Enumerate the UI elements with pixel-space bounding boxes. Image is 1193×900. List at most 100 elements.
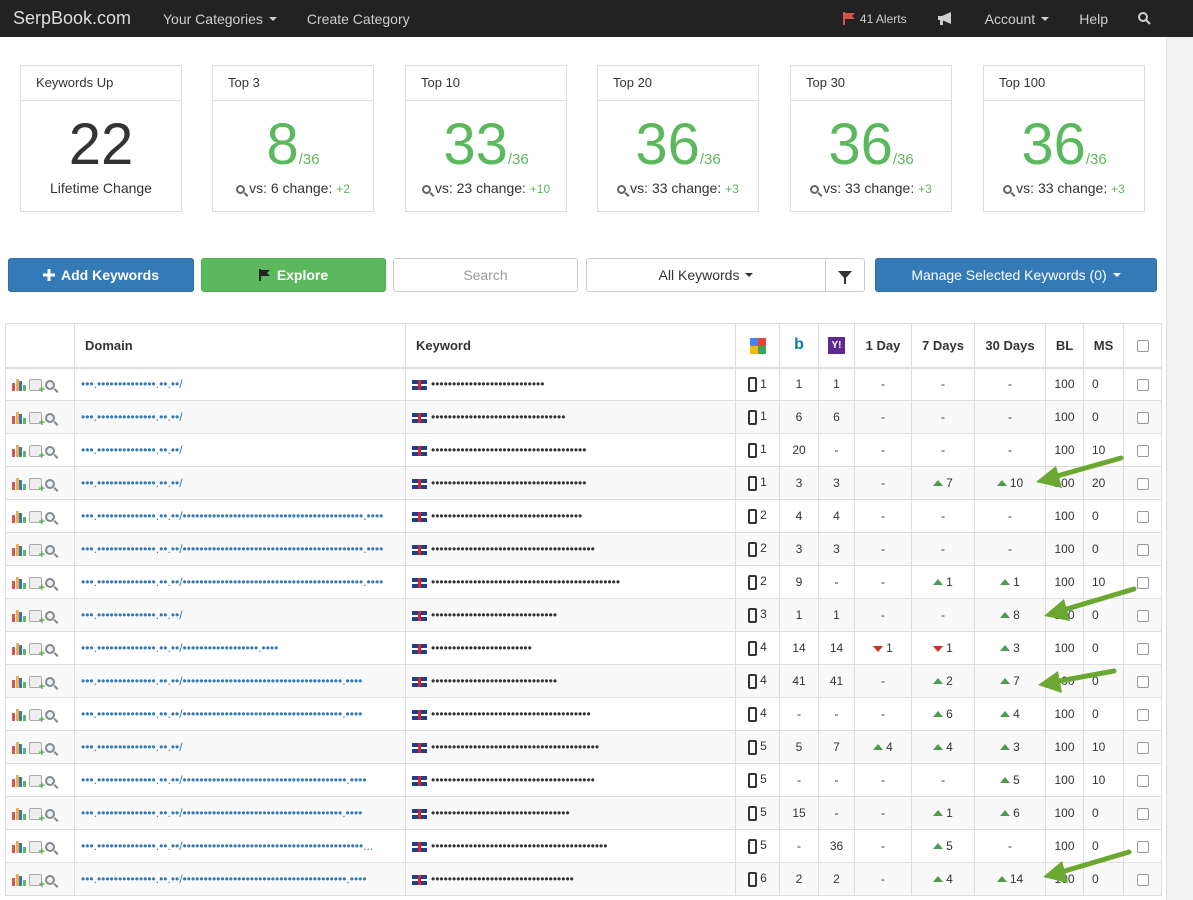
chart-icon[interactable] [12, 411, 26, 424]
chart-icon[interactable] [12, 774, 26, 787]
seven-days-header[interactable]: 7 Days [911, 323, 975, 369]
add-tag-icon[interactable] [29, 477, 45, 495]
chart-icon[interactable] [12, 807, 26, 820]
ms-header[interactable]: MS [1083, 323, 1124, 369]
chart-icon[interactable] [12, 510, 26, 523]
bing-header[interactable]: b [779, 323, 819, 369]
magnifier-icon[interactable] [45, 577, 55, 588]
bl-header[interactable]: BL [1045, 323, 1084, 369]
nav-account[interactable]: Account [970, 0, 1065, 37]
chart-icon[interactable] [12, 873, 26, 886]
chart-icon[interactable] [12, 741, 26, 754]
row-checkbox[interactable] [1136, 741, 1149, 754]
add-tag-icon[interactable] [29, 741, 45, 759]
chart-icon[interactable] [12, 543, 26, 556]
domain-cell[interactable]: •••.••••••••••••••.••.••/ [74, 433, 406, 467]
domain-cell[interactable]: •••.••••••••••••••.••.••/ [74, 730, 406, 764]
row-checkbox[interactable] [1136, 774, 1149, 787]
select-all-checkbox[interactable] [1136, 340, 1149, 353]
chart-icon[interactable] [12, 576, 26, 589]
filter-button[interactable] [825, 258, 865, 292]
magnifier-icon[interactable] [45, 380, 55, 391]
search-input[interactable] [393, 258, 578, 292]
row-checkbox[interactable] [1136, 379, 1149, 392]
add-tag-icon[interactable] [29, 840, 45, 858]
row-checkbox[interactable] [1136, 675, 1149, 688]
page-scrollbar[interactable] [1166, 37, 1193, 900]
google-header[interactable] [735, 323, 780, 369]
one-day-header[interactable]: 1 Day [854, 323, 912, 369]
manage-selected-button[interactable]: Manage Selected Keywords (0) [875, 258, 1157, 292]
add-tag-icon[interactable] [29, 609, 45, 627]
add-tag-icon[interactable] [29, 807, 45, 825]
add-tag-icon[interactable] [29, 379, 45, 396]
nav-create-category[interactable]: Create Category [292, 0, 425, 37]
add-tag-icon[interactable] [29, 774, 45, 792]
row-checkbox[interactable] [1136, 411, 1149, 424]
explore-button[interactable]: Explore [201, 258, 386, 292]
domain-header[interactable]: Domain [74, 323, 406, 369]
chart-icon[interactable] [12, 675, 26, 688]
add-tag-icon[interactable] [29, 411, 45, 429]
domain-cell[interactable]: •••.••••••••••••••.••.••/•••••••••••••••… [74, 862, 406, 896]
nav-alerts[interactable]: 41 Alerts [827, 0, 922, 37]
add-keywords-button[interactable]: Add Keywords [8, 258, 194, 292]
domain-cell[interactable]: •••.••••••••••••••.••.••/•••••••••••••••… [74, 532, 406, 566]
chart-icon[interactable] [12, 642, 26, 655]
magnifier-icon[interactable] [45, 412, 55, 423]
row-checkbox[interactable] [1136, 840, 1149, 853]
domain-cell[interactable]: •••.••••••••••••••.••.••/•••••••••••••••… [74, 763, 406, 797]
nav-help[interactable]: Help [1064, 0, 1123, 37]
yahoo-header[interactable]: Y! [818, 323, 855, 369]
nav-announcements[interactable] [922, 0, 970, 37]
domain-cell[interactable]: •••.••••••••••••••.••.••/•••••••••••••••… [74, 499, 406, 533]
domain-cell[interactable]: •••.••••••••••••••.••.••/ [74, 466, 406, 500]
domain-cell[interactable]: •••.••••••••••••••.••.••/ [74, 367, 406, 401]
row-checkbox[interactable] [1136, 609, 1149, 622]
keyword-filter-select[interactable]: All Keywords [586, 258, 826, 292]
magnifier-icon[interactable] [45, 742, 55, 753]
add-tag-icon[interactable] [29, 543, 45, 561]
add-tag-icon[interactable] [29, 576, 45, 594]
magnifier-icon[interactable] [45, 775, 55, 786]
magnifier-icon[interactable] [45, 709, 55, 720]
chart-icon[interactable] [12, 477, 26, 490]
domain-cell[interactable]: •••.••••••••••••••.••.••/•••••••••••••••… [74, 631, 406, 665]
row-checkbox[interactable] [1136, 576, 1149, 589]
row-checkbox[interactable] [1136, 708, 1149, 721]
add-tag-icon[interactable] [29, 444, 45, 462]
row-checkbox[interactable] [1136, 477, 1149, 490]
keyword-header[interactable]: Keyword [405, 323, 736, 369]
row-checkbox[interactable] [1136, 444, 1149, 457]
domain-cell[interactable]: •••.••••••••••••••.••.••/•••••••••••••••… [74, 697, 406, 731]
add-tag-icon[interactable] [29, 642, 45, 660]
row-checkbox[interactable] [1136, 873, 1149, 886]
domain-cell[interactable]: •••.••••••••••••••.••.••/ [74, 598, 406, 632]
magnifier-icon[interactable] [45, 511, 55, 522]
add-tag-icon[interactable] [29, 708, 45, 726]
chart-icon[interactable] [12, 840, 26, 853]
chart-icon[interactable] [12, 609, 26, 622]
row-checkbox[interactable] [1136, 642, 1149, 655]
domain-cell[interactable]: •••.••••••••••••••.••.••/•••••••••••••••… [74, 796, 406, 830]
chart-icon[interactable] [12, 444, 26, 457]
nav-your-categories[interactable]: Your Categories [148, 0, 292, 37]
chart-icon[interactable] [12, 708, 26, 721]
domain-cell[interactable]: •••.••••••••••••••.••.••/•••••••••••••••… [74, 664, 406, 698]
row-checkbox[interactable] [1136, 543, 1149, 556]
brand-logo[interactable]: SerpBook.com [0, 8, 148, 29]
domain-cell[interactable]: •••.••••••••••••••.••.••/•••••••••••••••… [74, 565, 406, 599]
chart-icon[interactable] [12, 379, 26, 392]
add-tag-icon[interactable] [29, 675, 45, 693]
add-tag-icon[interactable] [29, 873, 45, 891]
magnifier-icon[interactable] [45, 478, 55, 489]
magnifier-icon[interactable] [45, 841, 55, 852]
magnifier-icon[interactable] [45, 808, 55, 819]
magnifier-icon[interactable] [45, 445, 55, 456]
row-checkbox[interactable] [1136, 807, 1149, 820]
add-tag-icon[interactable] [29, 510, 45, 528]
magnifier-icon[interactable] [45, 544, 55, 555]
nav-search[interactable] [1123, 0, 1166, 37]
magnifier-icon[interactable] [45, 643, 55, 654]
domain-cell[interactable]: •••.••••••••••••••.••.••/ [74, 400, 406, 434]
